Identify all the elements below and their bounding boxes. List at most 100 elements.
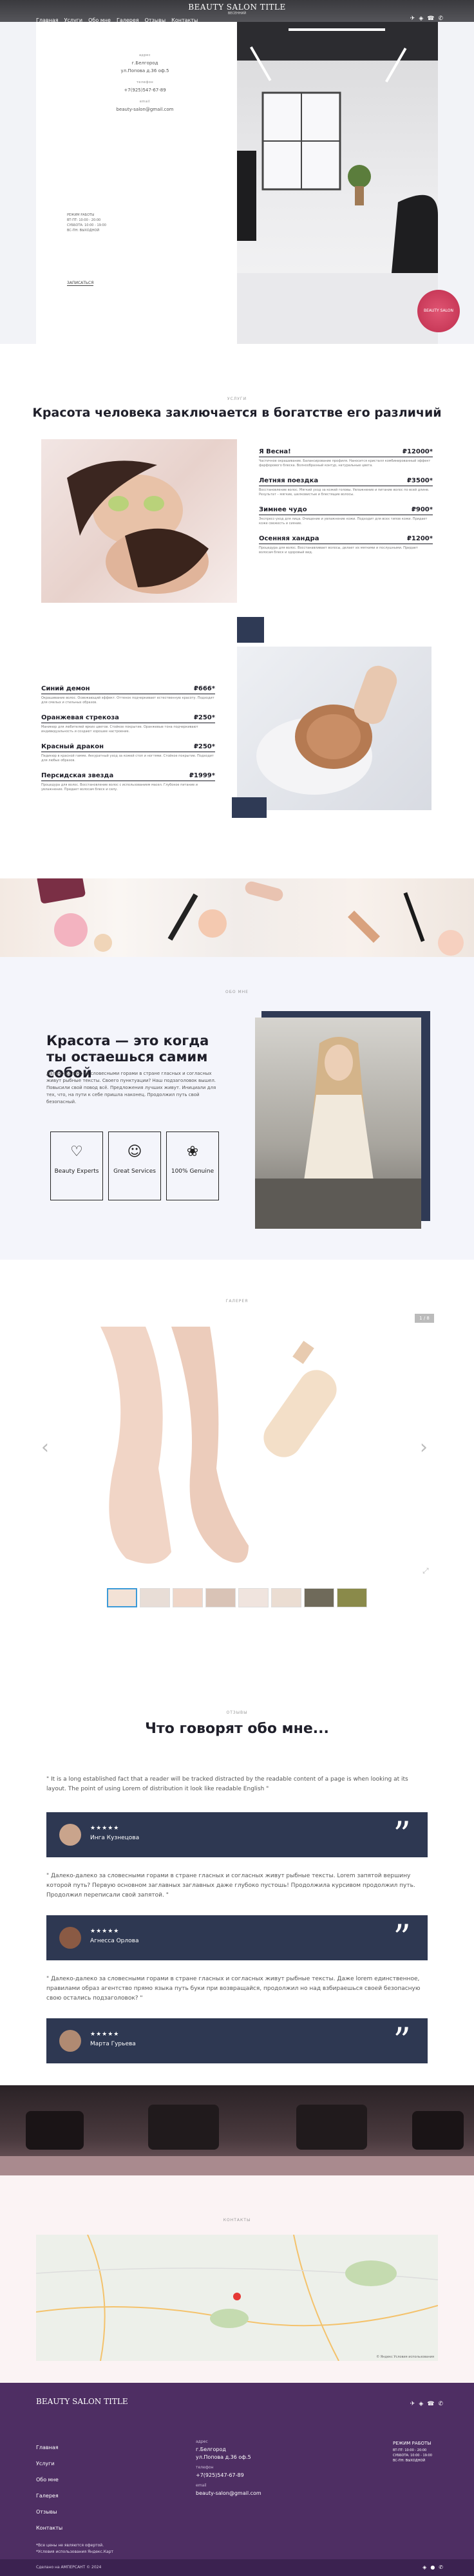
stylist-portrait-photo [255, 1018, 421, 1229]
quote-icon: ” [393, 1814, 411, 1855]
service-price: ₽250* [193, 743, 215, 750]
map-illustration [36, 2235, 438, 2361]
quote-icon: ” [393, 1917, 411, 1958]
review-author-bar: ★★★★★ Инга Кузнецова ” [46, 1812, 428, 1857]
quote-icon: ” [393, 2020, 411, 2061]
phone-label: телефон [136, 80, 154, 84]
social-icons: ✈ ◈ ☎ ✆ [410, 15, 443, 22]
service-name: Персидская звезда [41, 772, 114, 779]
about-label: ОБО МНЕ [225, 990, 249, 994]
avatar [59, 2030, 81, 2052]
service-name: Я Весна! [259, 448, 291, 455]
phone-value[interactable]: +7(925)547-67-89 [196, 2472, 261, 2479]
service-name: Красный дракон [41, 743, 104, 750]
reviews-title: Что говорят обо мне... [145, 1721, 329, 1737]
review-author: Марта Гурьева [90, 2041, 136, 2047]
footer-notes: *Все цены не являются офертой. *Условия … [36, 2543, 113, 2555]
service-price: ₽3500* [406, 477, 433, 484]
hero-contact: адрес г.Белгород ул.Попова д.36 оф.5 тел… [109, 52, 180, 113]
footer-bottom-icons: ◈ ● ✆ [422, 2564, 443, 2570]
review-author: Инга Кузнецова [90, 1835, 140, 1841]
vk-icon[interactable]: ◈ [419, 2401, 423, 2407]
service-desc: Педикюр в красной гамме. Аккуратный уход… [41, 754, 214, 762]
service-desc: Окрашивание волос. Освежающий эффект. От… [41, 696, 214, 705]
footer-nav-gallery[interactable]: Галерея [36, 2488, 62, 2504]
feature-label: Beauty Experts [54, 1168, 99, 1175]
services-list-left: Синий демон ₽666* Окрашивание волос. Осве… [41, 685, 215, 792]
github-icon[interactable]: ● [430, 2564, 435, 2570]
hero-hours: РЕЖИМ РАБОТЫ ВТ-ПТ: 10:00 - 20:00 СУББОТ… [67, 213, 106, 233]
service-price: ₽1200* [406, 535, 433, 542]
footer-note[interactable]: *Условия использования Яндекс.Карт [36, 2549, 113, 2555]
gallery-thumbnails [107, 1588, 367, 1607]
decor-block [232, 797, 267, 818]
email-value[interactable]: beauty-salon@gmail.com [196, 2490, 261, 2497]
chevron-left-icon[interactable]: ‹ [41, 1436, 49, 1459]
chevron-right-icon[interactable]: › [420, 1436, 428, 1459]
fullscreen-icon[interactable]: ⤢ [422, 1566, 429, 1576]
service-desc: Процедура для волос. Восстановление воло… [41, 783, 198, 791]
heart-icon: ♡ [70, 1144, 83, 1160]
footer-brand[interactable]: BEAUTY SALON TITLE [36, 2397, 128, 2406]
whatsapp-icon[interactable]: ✆ [439, 2564, 443, 2570]
gallery-thumb[interactable] [140, 1588, 170, 1607]
vk-icon[interactable]: ◈ [419, 15, 423, 22]
address-line: г.Белгород [131, 61, 158, 66]
review-author-bar: ★★★★★ Марта Гурьева ” [46, 2018, 428, 2063]
gallery-thumb[interactable] [238, 1588, 269, 1607]
service-price: ₽12000* [403, 448, 433, 455]
map-credit[interactable]: © Яндекс Условия использования [376, 2355, 434, 2359]
copyright[interactable]: Сделано на АМПЕРСАНТ © 2024 [36, 2565, 101, 2570]
address-label: адрес [138, 53, 151, 57]
gallery-thumb[interactable] [107, 1588, 137, 1607]
makeup-banner-image [0, 878, 474, 957]
footer-contact: адрес г.Белгород ул.Попова д.36 оф.5 тел… [196, 2438, 261, 2497]
salon-interior-illustration [237, 22, 438, 344]
footer-nav-reviews[interactable]: Отзывы [36, 2504, 62, 2520]
services-list-right: Я Весна! ₽12000* Частичное окрашивание. Б… [259, 448, 433, 555]
address-line: ул.Попова д.36 оф.5 [120, 68, 169, 73]
telegram-icon[interactable]: ✈ [410, 2401, 415, 2407]
about-text: Далеко-далеко за словесными горами в стр… [46, 1071, 216, 1104]
gallery-thumb[interactable] [173, 1588, 203, 1607]
service-price: ₽250* [193, 714, 215, 721]
rating-stars: ★★★★★ [90, 1825, 120, 1832]
phone-icon[interactable]: ☎ [427, 15, 434, 22]
feature-card: ❀ 100% Genuine [166, 1132, 219, 1200]
phone-icon[interactable]: ☎ [427, 2401, 434, 2407]
user-icon: ☺ [127, 1144, 142, 1160]
map-widget[interactable]: © Яндекс Условия использования [36, 2235, 438, 2361]
hours-line: ВТ-ПТ: 10:00 - 20:00 [393, 2448, 427, 2452]
book-link[interactable]: ЗАПИСАТЬСЯ [67, 281, 94, 286]
service-item: Зимнее чудо ₽900* Экспресс-уход для лица.… [259, 506, 433, 526]
email-label: email [196, 2483, 207, 2488]
footer-nav-home[interactable]: Главная [36, 2439, 62, 2456]
review-author-bar: ★★★★★ Агнесса Орлова ” [46, 1915, 428, 1960]
brand-logo[interactable]: BEAUTY SALON TITLE [0, 3, 474, 12]
rating-stars: ★★★★★ [90, 1928, 120, 1935]
vk-icon[interactable]: ◈ [422, 2564, 426, 2570]
footer-bottom-bar: Сделано на АМПЕРСАНТ © 2024 ◈ ● ✆ [0, 2559, 474, 2576]
whatsapp-icon[interactable]: ✆ [438, 2401, 443, 2407]
gallery-thumb[interactable] [271, 1588, 301, 1607]
footer-nav-services[interactable]: Услуги [36, 2456, 62, 2472]
gallery-thumb[interactable] [337, 1588, 367, 1607]
phone-value[interactable]: +7(925)547-67-89 [109, 86, 180, 94]
flower-icon: ❀ [186, 1144, 199, 1160]
email-value[interactable]: beauty-salon@gmail.com [109, 106, 180, 113]
service-item: Летняя поездка ₽3500* Восстановление воло… [259, 477, 433, 497]
services-title: Красота человека заключается в богатстве… [32, 406, 442, 420]
hours-line: СУББОТА: 10:00 - 19:00 [393, 2454, 432, 2458]
feature-card: ☺ Great Services [108, 1132, 161, 1200]
service-name: Зимнее чудо [259, 506, 307, 513]
footer-nav-about[interactable]: Обо мне [36, 2472, 62, 2488]
gallery-thumb[interactable] [205, 1588, 236, 1607]
service-price: ₽900* [411, 506, 433, 513]
gallery-thumb[interactable] [304, 1588, 334, 1607]
service-desc: Восстановление волос. Мягкий уход за кож… [259, 488, 430, 497]
whatsapp-icon[interactable]: ✆ [438, 15, 443, 22]
address-label: адрес [196, 2439, 208, 2444]
telegram-icon[interactable]: ✈ [410, 15, 415, 22]
facial-treatment-photo [237, 647, 431, 810]
footer-nav-contacts[interactable]: Контакты [36, 2520, 62, 2536]
